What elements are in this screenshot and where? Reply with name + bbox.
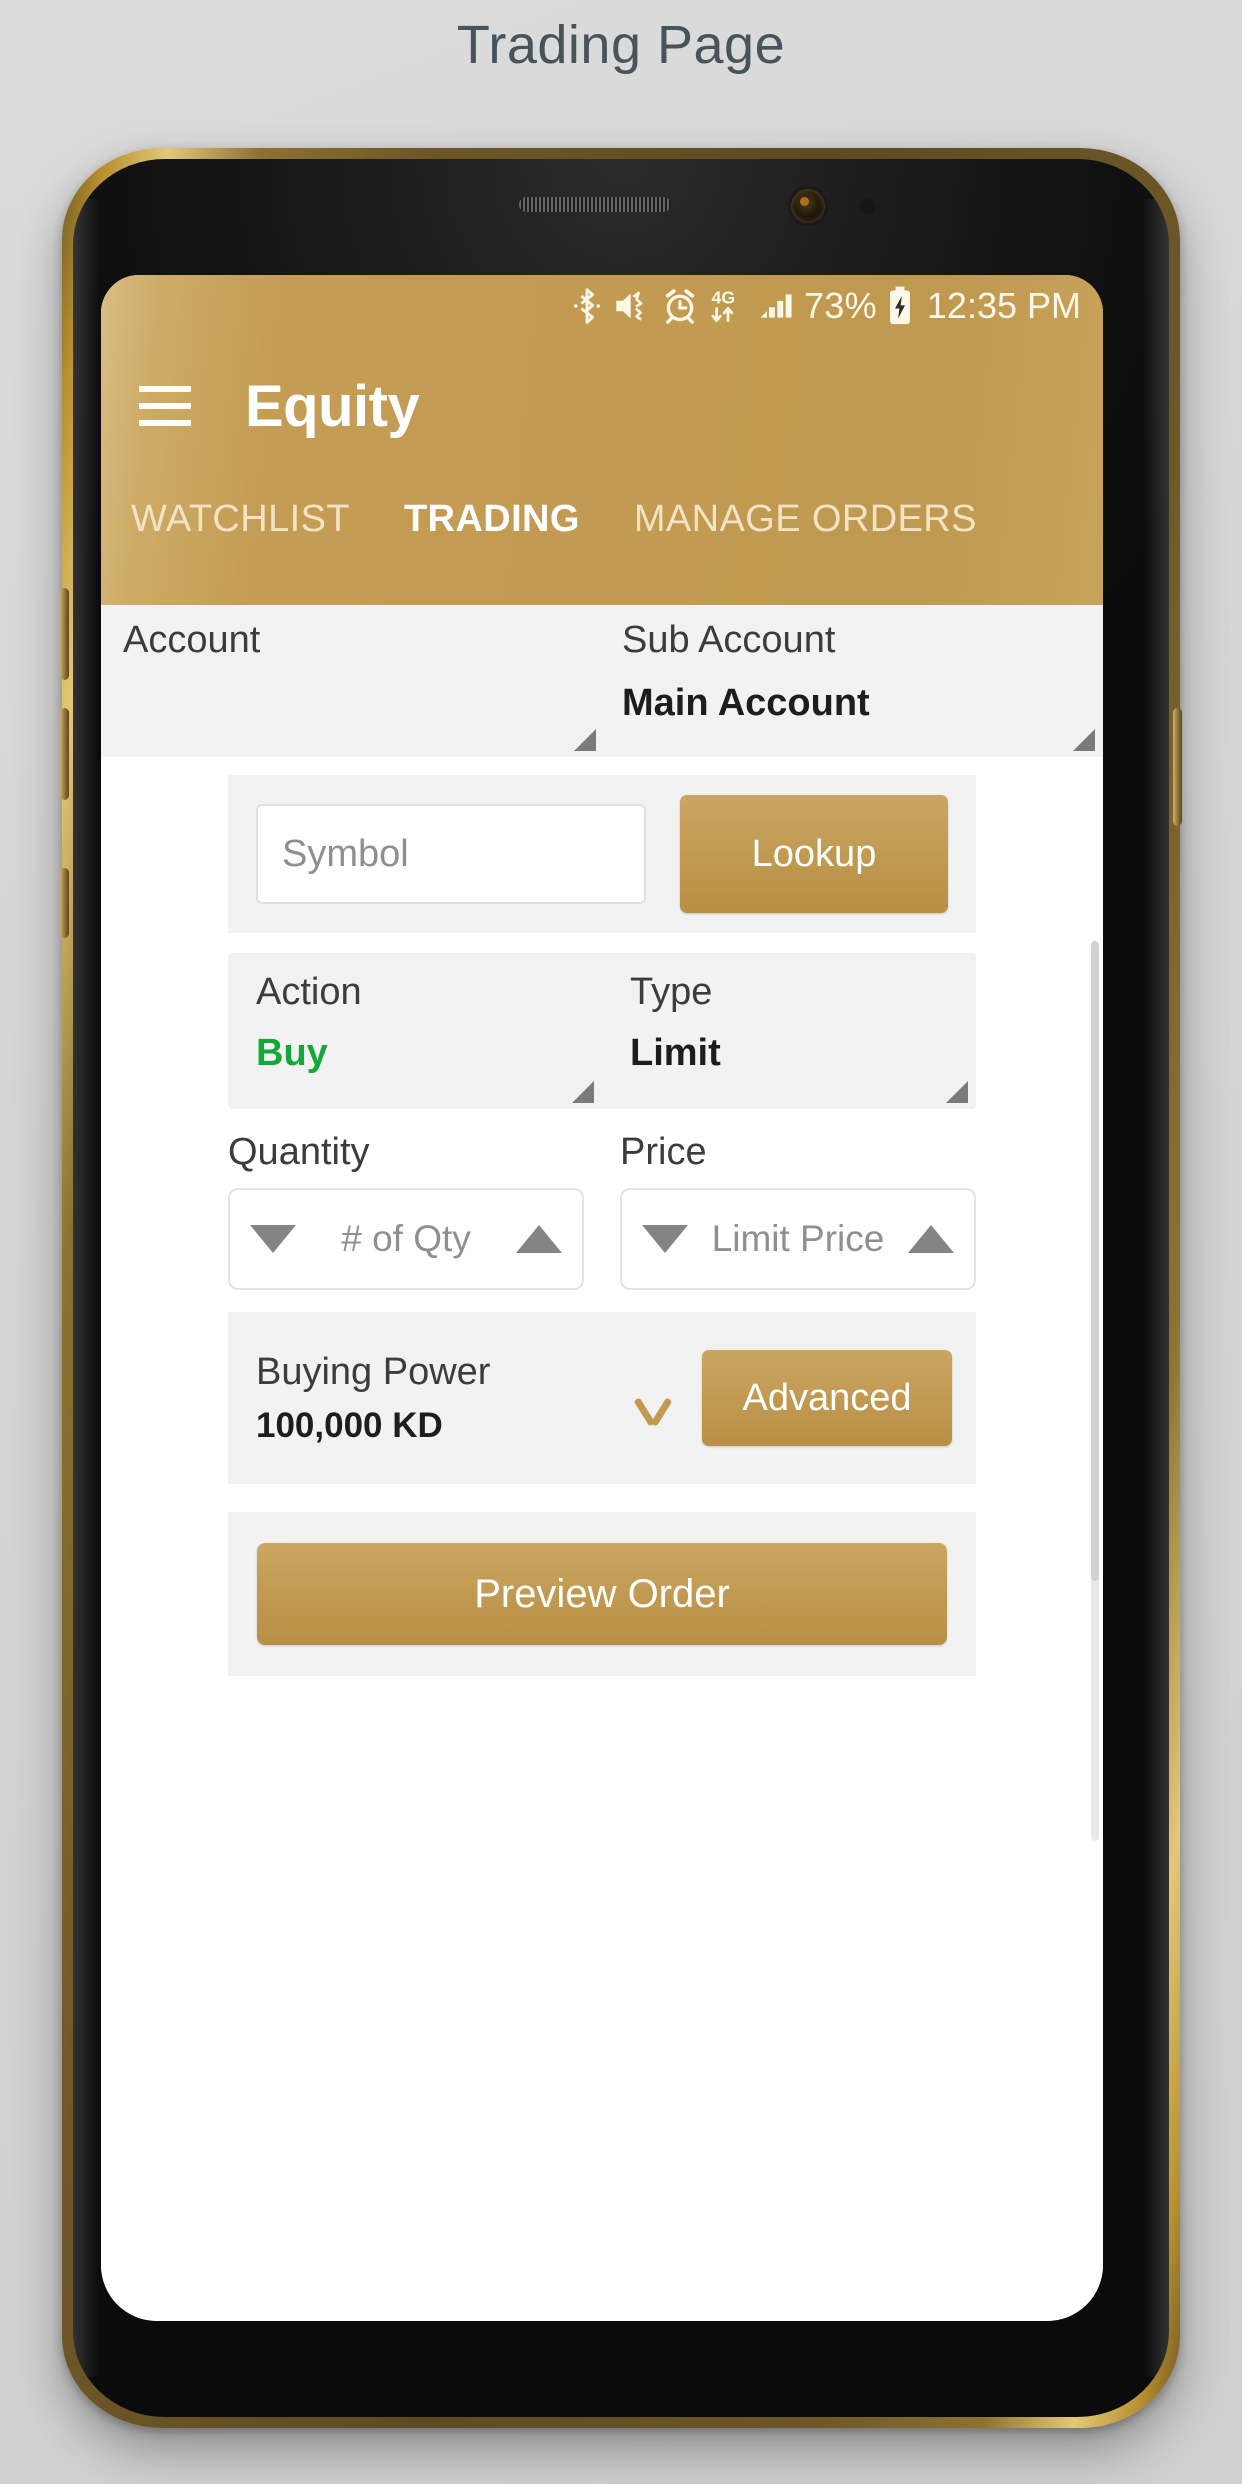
price-stepper[interactable]: Limit Price (620, 1188, 976, 1290)
4g-data-icon: 4G (708, 287, 748, 325)
trading-form: Account Sub Account Main Account Symbol … (101, 605, 1103, 2321)
proximity-sensor-icon (858, 197, 878, 217)
price-label: Price (620, 1131, 707, 1173)
buying-power-value: 100,000 KD (256, 1405, 443, 1445)
app-bar-title-row: Equity (101, 347, 1103, 465)
price-input[interactable]: Limit Price (688, 1218, 908, 1260)
phone-bottom-bezel (84, 2310, 1158, 2406)
decrement-triangle-icon[interactable] (250, 1225, 296, 1253)
buying-power-text: Buying Power 100,000 KD (256, 1351, 632, 1446)
power-button[interactable] (1173, 708, 1182, 826)
tab-trading[interactable]: TRADING (404, 498, 580, 541)
action-label: Action (256, 971, 362, 1013)
quantity-label: Quantity (228, 1131, 370, 1173)
buying-power-row: Buying Power 100,000 KD Advanced (228, 1312, 976, 1484)
volume-up-button[interactable] (60, 588, 69, 680)
chevron-down-icon[interactable] (632, 1391, 672, 1431)
preview-order-row: Preview Order (228, 1512, 976, 1676)
sub-account-value: Main Account (622, 682, 870, 724)
preview-order-button[interactable]: Preview Order (257, 1543, 947, 1645)
action-type-row: Action Buy Type Limit (228, 953, 976, 1109)
hamburger-menu-icon[interactable] (139, 386, 191, 426)
svg-text:4G: 4G (711, 287, 735, 307)
type-dropdown[interactable]: Type Limit (602, 953, 976, 1109)
glass-edge-highlight-left (73, 199, 99, 2377)
earpiece-speaker-icon (519, 197, 671, 212)
account-label: Account (123, 619, 261, 661)
content-scrollbar[interactable] (1091, 941, 1099, 1841)
dropdown-triangle-icon (574, 729, 596, 751)
advanced-button[interactable]: Advanced (702, 1350, 952, 1446)
phone-glass: 4G 73% 12:35 PM Equity WATCHLIST TRADING… (73, 159, 1169, 2417)
tab-bar: WATCHLIST TRADING MANAGE ORDERS (101, 473, 1103, 565)
bluetooth-icon (572, 287, 602, 325)
lookup-button[interactable]: Lookup (680, 795, 948, 913)
sub-account-label: Sub Account (622, 619, 836, 661)
tab-manage-orders[interactable]: MANAGE ORDERS (634, 498, 977, 541)
increment-triangle-icon[interactable] (516, 1225, 562, 1253)
sub-account-dropdown[interactable]: Sub Account Main Account (604, 605, 1103, 757)
battery-charging-icon (887, 286, 913, 326)
app-title: Equity (245, 373, 420, 439)
front-camera-icon (791, 189, 825, 223)
symbol-input[interactable]: Symbol (256, 804, 646, 904)
phone-screen: 4G 73% 12:35 PM Equity WATCHLIST TRADING… (101, 275, 1103, 2321)
quantity-price-row: Quantity # of Qty Price Limit Price (228, 1131, 976, 1290)
dropdown-triangle-icon (572, 1081, 594, 1103)
buying-power-label: Buying Power (256, 1350, 491, 1393)
signal-bars-icon (758, 289, 794, 323)
quantity-input[interactable]: # of Qty (296, 1218, 516, 1260)
action-dropdown[interactable]: Action Buy (228, 953, 602, 1109)
clock-label: 12:35 PM (926, 285, 1081, 326)
quantity-field: Quantity # of Qty (228, 1131, 584, 1290)
assistant-button[interactable] (60, 868, 69, 938)
decrement-triangle-icon[interactable] (642, 1225, 688, 1253)
mute-vibrate-icon (612, 289, 652, 323)
screenshot-root: Trading Page 4G 73% 12:35 PM Equity WATC… (0, 0, 1242, 2484)
type-value: Limit (630, 1032, 721, 1074)
account-row: Account Sub Account Main Account (101, 605, 1103, 757)
action-value: Buy (256, 1032, 328, 1074)
dropdown-triangle-icon (946, 1081, 968, 1103)
scrollbar-thumb[interactable] (1091, 941, 1099, 1581)
symbol-row: Symbol Lookup (228, 775, 976, 933)
app-header: 4G 73% 12:35 PM Equity WATCHLIST TRADING… (101, 275, 1103, 605)
increment-triangle-icon[interactable] (908, 1225, 954, 1253)
status-bar: 4G 73% 12:35 PM (101, 275, 1103, 337)
quantity-stepper[interactable]: # of Qty (228, 1188, 584, 1290)
battery-percent-label: 73% (803, 285, 877, 326)
price-field: Price Limit Price (620, 1131, 976, 1290)
volume-down-button[interactable] (60, 708, 69, 800)
tab-watchlist[interactable]: WATCHLIST (131, 498, 350, 541)
alarm-icon (662, 288, 698, 324)
phone-device: 4G 73% 12:35 PM Equity WATCHLIST TRADING… (60, 148, 1182, 2428)
glass-edge-highlight-right (1143, 199, 1169, 2377)
dropdown-triangle-icon (1073, 729, 1095, 751)
page-caption: Trading Page (456, 15, 786, 75)
type-label: Type (630, 971, 713, 1013)
account-dropdown[interactable]: Account (101, 605, 604, 757)
